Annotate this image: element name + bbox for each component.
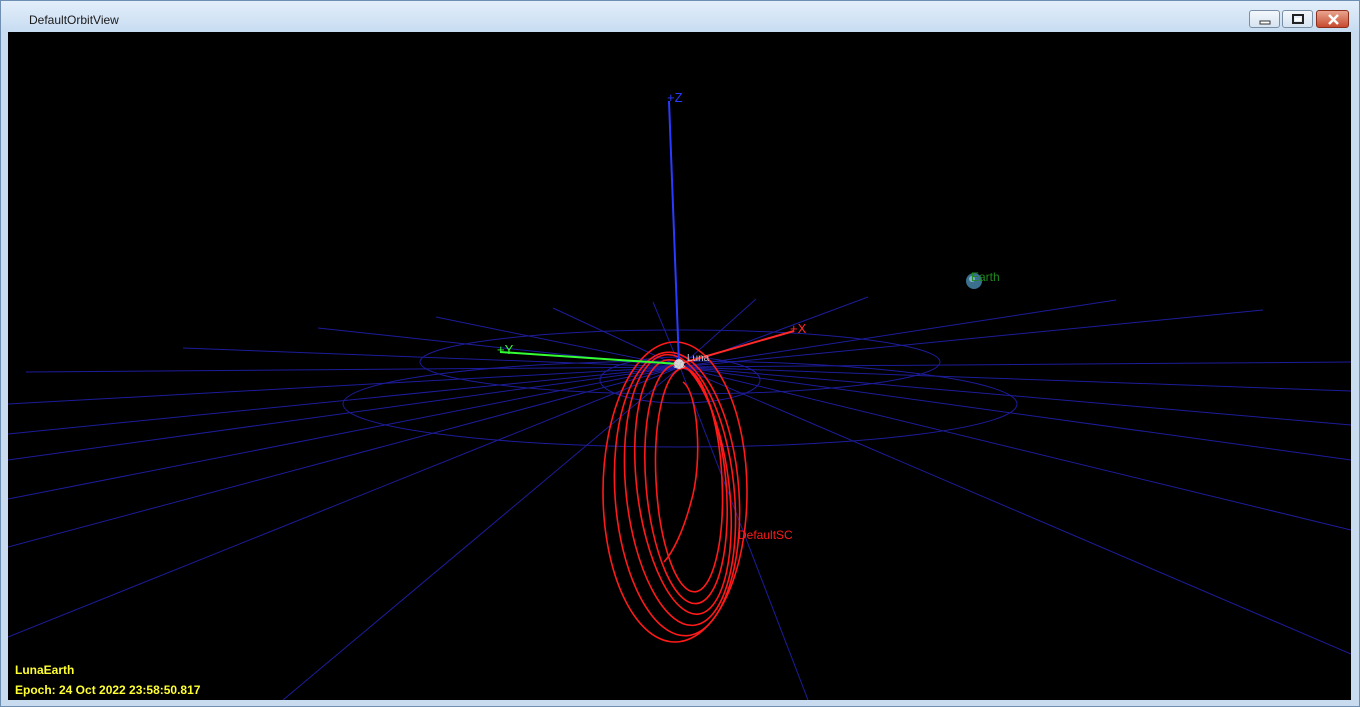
orbit-canvas[interactable]: +Z +X +Y Earth Luna SC DefaultSC LunaEar… [8,32,1351,700]
z-axis-label: +Z [667,90,683,105]
luna-label: Luna [687,353,710,364]
grid-line [8,366,681,435]
sc-marker-label: SC [673,360,686,370]
orbit-view-window: DefaultOrbitView +Z +X +Y Earth Luna SC … [0,0,1360,707]
restore-button[interactable] [1282,10,1313,28]
grid-line [552,307,681,368]
grid-line [679,366,1351,531]
close-icon [1328,14,1339,25]
grid-line [679,366,1351,426]
window-title: DefaultOrbitView [29,13,119,27]
minimize-icon [1259,20,1271,25]
x-axis-label: +X [790,321,807,336]
y-axis-label: +Y [497,342,514,357]
spacecraft-orbit [602,341,748,643]
title-bar[interactable]: DefaultOrbitView [1,1,1359,32]
close-button[interactable] [1316,10,1349,28]
grid-line [679,366,1351,655]
grid-line [8,366,681,500]
grid-line [679,366,1351,461]
restore-icon [1292,14,1304,24]
grid-line [25,366,681,373]
earth-label: Earth [971,270,1000,284]
z-axis-line [668,100,680,365]
grid-ring-outer [342,360,1018,448]
grid-line [182,347,681,368]
grid-line [8,366,681,461]
minimize-button[interactable] [1249,10,1280,28]
grid-line [8,366,681,548]
spacecraft-label: DefaultSC [738,528,793,542]
grid-line [679,366,1351,392]
coordinate-system-label: LunaEarth [15,663,75,677]
grid-line [679,299,1117,368]
grid-line [8,366,681,405]
orbit-tail [663,381,699,563]
epoch-label: Epoch: 24 Oct 2022 23:58:50.817 [15,683,201,697]
orbit-loop [644,363,728,605]
